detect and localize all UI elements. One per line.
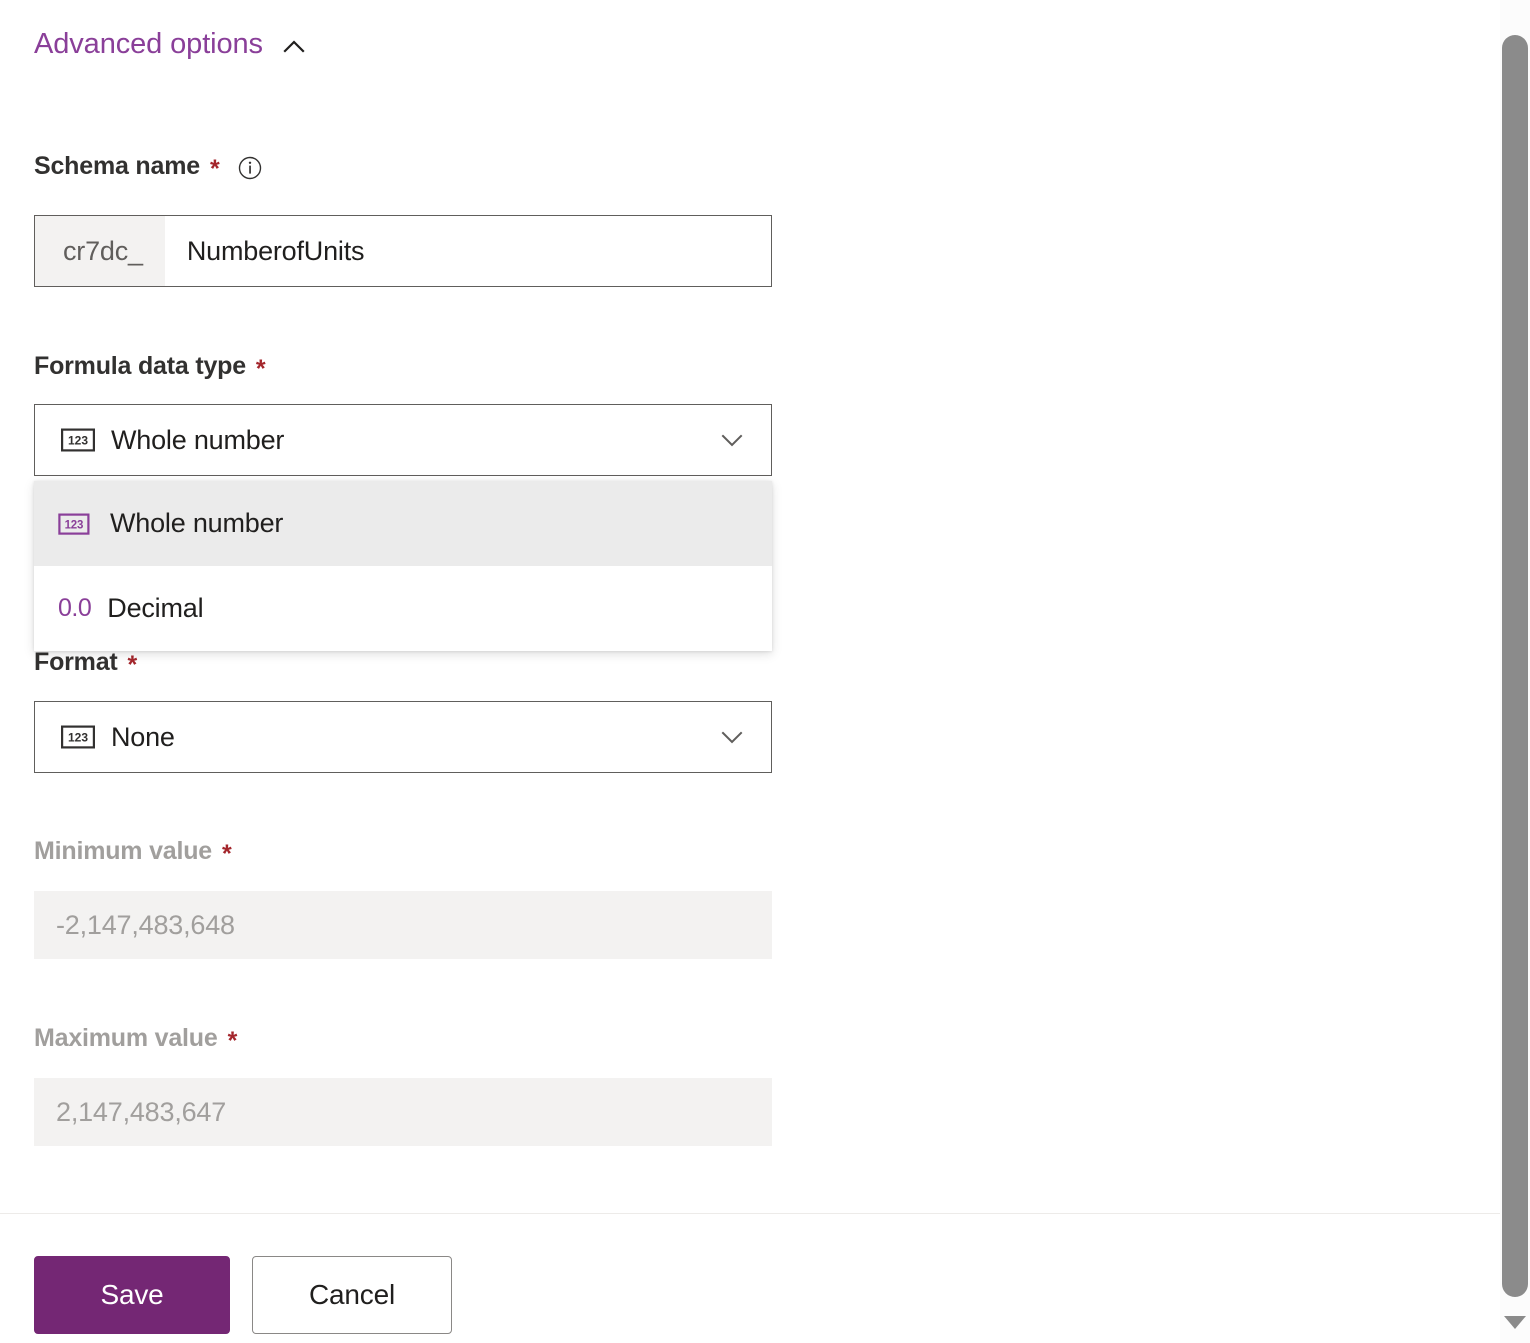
format-label: Format * [34,648,137,677]
maximum-value-label: Maximum value * [34,1024,237,1053]
cancel-button[interactable]: Cancel [252,1256,452,1334]
formula-data-type-label-text: Formula data type [34,352,246,381]
required-asterisk: * [128,653,138,678]
minimum-value-label: Minimum value * [34,837,232,866]
dropdown-option-label: Decimal [107,593,203,624]
schema-name-prefix: cr7dc_ [35,216,165,286]
info-icon[interactable] [237,155,263,181]
advanced-options-panel: Advanced options Schema name * cr7dc_ Nu… [0,0,1500,1343]
decimal-00-icon: 0.0 [58,596,91,621]
formula-data-type-label: Formula data type * [34,352,265,381]
formula-data-type-value: Whole number [111,425,717,456]
whole-number-123-icon: 123 [61,723,95,751]
whole-number-123-icon: 123 [61,426,95,454]
chevron-up-icon [281,34,307,60]
maximum-value-input: 2,147,483,647 [34,1078,772,1146]
format-combobox[interactable]: 123 None [34,701,772,773]
minimum-value-label-text: Minimum value [34,837,212,866]
schema-name-label-text: Schema name [34,152,200,181]
format-value: None [111,722,717,753]
scrollbar-thumb[interactable] [1502,35,1528,1297]
vertical-scrollbar[interactable] [1500,0,1530,1343]
minimum-value-input: -2,147,483,648 [34,891,772,959]
dropdown-option-decimal[interactable]: 0.0 Decimal [34,566,772,651]
footer-actions: Save Cancel [34,1256,452,1334]
svg-text:123: 123 [68,730,88,744]
cancel-button-label: Cancel [309,1279,395,1311]
svg-text:123: 123 [68,433,88,447]
schema-name-input-group[interactable]: cr7dc_ NumberofUnits [34,215,772,287]
svg-text:123: 123 [65,519,84,531]
save-button[interactable]: Save [34,1256,230,1334]
format-label-text: Format [34,648,118,677]
advanced-options-toggle[interactable]: Advanced options [34,30,307,59]
dropdown-option-whole-number[interactable]: 123 Whole number [34,481,772,566]
dropdown-option-label: Whole number [110,508,283,539]
whole-number-123-icon: 123 [58,510,92,538]
advanced-options-label: Advanced options [34,30,263,59]
required-asterisk: * [256,357,266,382]
save-button-label: Save [100,1279,163,1311]
required-asterisk: * [210,157,220,182]
chevron-down-icon[interactable] [717,425,747,455]
required-asterisk: * [222,842,232,867]
schema-name-input[interactable]: NumberofUnits [165,216,771,286]
maximum-value-text: 2,147,483,647 [56,1097,226,1128]
formula-data-type-combobox[interactable]: 123 Whole number [34,404,772,476]
caret-down-icon[interactable] [1504,1316,1526,1329]
formula-data-type-dropdown-list[interactable]: 123 Whole number 0.0 Decimal [34,481,772,651]
required-asterisk: * [228,1029,238,1054]
footer-divider [0,1213,1500,1214]
schema-name-label: Schema name * [34,152,263,181]
maximum-value-label-text: Maximum value [34,1024,218,1053]
minimum-value-text: -2,147,483,648 [56,910,235,941]
chevron-down-icon[interactable] [717,722,747,752]
